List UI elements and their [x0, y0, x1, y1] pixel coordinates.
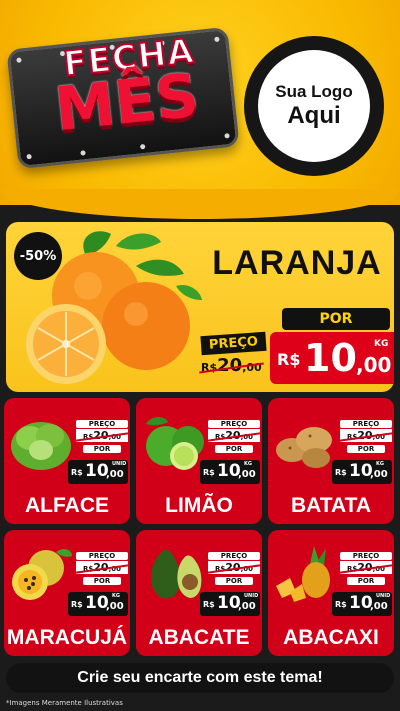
new-price-label: POR — [347, 577, 385, 585]
old-price-label: PREÇO — [76, 552, 128, 560]
featured-product-card[interactable]: -50% LARANJA PREÇO R$20,00 POR R$ 10 ,00… — [6, 222, 394, 392]
price-box: R$ 10,00 UNID — [68, 460, 128, 484]
new-price-label: POR — [83, 577, 121, 585]
old-price-value: R$20,00 — [76, 561, 128, 574]
price-box: R$ 10,00 KG — [200, 460, 260, 484]
new-price-label: POR — [215, 445, 253, 453]
price-box: R$ 10,00 KG — [332, 460, 392, 484]
old-price-label: PREÇO — [340, 420, 392, 428]
product-card-alface[interactable]: PREÇO R$20,00 POR R$ 10,00 UNID ALFACE — [4, 398, 130, 524]
product-name: BATATA — [290, 494, 372, 517]
product-name: ABACAXI — [283, 626, 379, 649]
product-name: MARACUJÁ — [6, 626, 128, 649]
new-price-unit: KG — [374, 339, 389, 349]
product-name: ALFACE — [25, 494, 109, 517]
cta-banner[interactable]: Crie seu encarte com este tema! — [6, 663, 394, 693]
product-card-abacaxi[interactable]: PREÇO R$20,00 POR R$ 10,00 UNID ABACAXI — [268, 530, 394, 656]
logo-text-line1: Sua Logo — [275, 82, 353, 101]
product-card-limao[interactable]: PREÇO R$20,00 POR R$ 10,00 KG LIMÃO — [136, 398, 262, 524]
old-price-label: PREÇO — [76, 420, 128, 428]
new-price-label: POR — [215, 577, 253, 585]
product-name: ABACATE — [148, 626, 250, 649]
new-price-label: POR — [282, 308, 390, 330]
potato-icon — [276, 427, 332, 468]
disclaimer-text: *Imagens Meramente Ilustrativas — [6, 699, 123, 707]
old-price-tag: PREÇO R$20,00 — [200, 331, 267, 376]
new-price-label: POR — [83, 445, 121, 453]
old-price-label: PREÇO — [208, 552, 260, 560]
old-price-label: PREÇO — [200, 331, 267, 356]
logo-placeholder[interactable]: Sua Logo Aqui — [244, 36, 384, 176]
logo-text-line2: Aqui — [287, 102, 341, 129]
old-price-value: R$20,00 — [208, 561, 260, 574]
passion-fruit-icon — [12, 549, 72, 600]
lettuce-icon — [11, 422, 71, 470]
pineapple-icon — [276, 546, 330, 602]
old-price-value: R$20,00 — [201, 355, 262, 376]
product-card-abacate[interactable]: PREÇO R$20,00 POR R$ 10,00 UNID ABACATE — [136, 530, 262, 656]
old-price-value: R$20,00 — [76, 429, 128, 442]
price-box: R$ 10,00 KG — [68, 592, 128, 616]
old-price-label: PREÇO — [340, 552, 392, 560]
new-price-label: POR — [347, 445, 385, 453]
product-card-batata[interactable]: PREÇO R$20,00 POR R$ 10,00 KG BATATA — [268, 398, 394, 524]
new-price-integer: 10 — [304, 336, 357, 380]
discount-badge: -50% — [14, 232, 62, 280]
price-box: R$ 10,00 UNID — [332, 592, 392, 616]
old-price-value: R$20,00 — [340, 429, 392, 442]
featured-product-name: LARANJA — [212, 244, 382, 282]
old-price-value: R$20,00 — [208, 429, 260, 442]
product-name: LIMÃO — [165, 494, 233, 517]
new-price-currency: R$ — [277, 350, 301, 369]
price-box: R$ 10,00 UNID — [200, 592, 260, 616]
new-price-decimal: ,00 — [356, 353, 392, 377]
avocado-icon — [150, 549, 202, 599]
header-banner: FECHA MÊS Sua Logo Aqui — [0, 0, 400, 219]
lime-icon — [146, 417, 204, 470]
product-card-maracuja[interactable]: PREÇO R$20,00 POR R$ 10,00 KG MARACUJÁ — [4, 530, 130, 656]
old-price-value: R$20,00 — [340, 561, 392, 574]
old-price-label: PREÇO — [208, 420, 260, 428]
new-price-box: R$ 10 ,00 KG — [270, 332, 394, 384]
